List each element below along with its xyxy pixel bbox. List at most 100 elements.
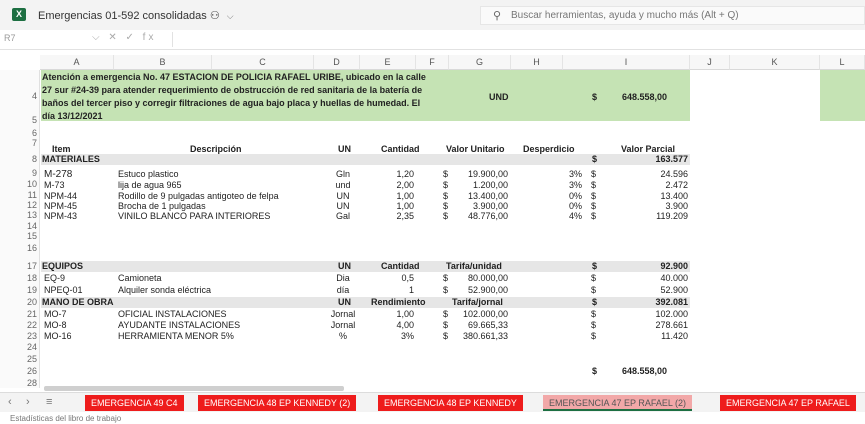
mano-obra-un[interactable]: Jornal xyxy=(326,309,360,320)
sheet-tab[interactable]: EMERGENCIA 49 C4 xyxy=(85,395,184,411)
equipos-currency[interactable]: $ xyxy=(443,285,448,296)
equipos-currency-2[interactable]: $ xyxy=(591,273,596,284)
equipos-desc[interactable]: Camioneta xyxy=(118,273,162,284)
row-header-19[interactable]: 19 xyxy=(0,286,40,295)
mano-obra-valor-parcial[interactable]: 278.661 xyxy=(620,320,688,331)
equipos-currency[interactable]: $ xyxy=(443,273,448,284)
mano-obra-desc[interactable]: HERRAMIENTA MENOR 5% xyxy=(118,331,234,342)
materiales-item[interactable]: NPM-43 xyxy=(44,211,77,222)
row-header-10[interactable]: 10 xyxy=(0,180,40,189)
row-header-26[interactable]: 26 xyxy=(0,367,40,376)
row-header-20[interactable]: 20 xyxy=(0,298,40,307)
row-header-7[interactable]: 7 xyxy=(0,139,40,148)
materiales-cant[interactable]: 2,35 xyxy=(376,211,414,222)
document-title[interactable]: Emergencias 01-592 consolidadas ⚇ ⌵ xyxy=(38,9,234,22)
row-header-23[interactable]: 23 xyxy=(0,332,40,341)
materiales-un[interactable]: Gal xyxy=(326,211,360,222)
row-header-12[interactable]: 12 xyxy=(0,201,40,210)
sheet-list-icon[interactable]: ≡ xyxy=(46,396,52,408)
materiales-subtotal[interactable]: 163.577 xyxy=(620,154,688,165)
equipos-item[interactable]: EQ-9 xyxy=(44,273,65,284)
row-header-6[interactable]: 6 xyxy=(0,129,40,138)
mano-obra-cant[interactable]: 3% xyxy=(376,331,414,342)
mano-obra-valor-unitario[interactable]: 380.661,33 xyxy=(452,331,508,342)
column-header-g[interactable]: G xyxy=(449,55,511,70)
mano-obra-desc[interactable]: AYUDANTE INSTALACIONES xyxy=(118,320,240,331)
materiales-valor-unitario[interactable]: 19.900,00 xyxy=(452,169,508,180)
unit-label[interactable]: UND xyxy=(489,92,509,103)
materiales-valor-parcial[interactable]: 119.209 xyxy=(620,211,688,222)
materiales-currency-2[interactable]: $ xyxy=(591,211,596,222)
mano-obra-valor-parcial[interactable]: 11.420 xyxy=(620,331,688,342)
row-header-14[interactable]: 14 xyxy=(0,222,40,231)
grand-total-value[interactable]: 648.558,00 xyxy=(622,366,667,377)
equipos-subtotal[interactable]: 92.900 xyxy=(620,261,688,272)
equipos-currency-2[interactable]: $ xyxy=(591,285,596,296)
mano-obra-valor-parcial[interactable]: 102.000 xyxy=(620,309,688,320)
column-header-d[interactable]: D xyxy=(314,55,360,70)
column-header-b[interactable]: B xyxy=(114,55,212,70)
row-header-28[interactable]: 28 xyxy=(0,379,40,388)
sheet-tab[interactable]: EMERGENCIA 48 EP KENNEDY xyxy=(378,395,523,411)
column-header-l[interactable]: L xyxy=(820,55,865,70)
mano-obra-desc[interactable]: OFICIAL INSTALACIONES xyxy=(118,309,227,320)
mano-obra-cant[interactable]: 4,00 xyxy=(376,320,414,331)
equipos-cant[interactable]: 1 xyxy=(376,285,414,296)
row-header-8[interactable]: 8 xyxy=(0,155,40,164)
equipos-title[interactable]: EQUIPOS xyxy=(42,261,83,272)
row-header-11[interactable]: 11 xyxy=(0,191,40,200)
mano-obra-rendimiento[interactable]: Rendimiento xyxy=(371,297,426,308)
equipos-un[interactable]: Dia xyxy=(326,273,360,284)
row-header-24[interactable]: 24 xyxy=(0,343,40,352)
materiales-currency[interactable]: $ xyxy=(443,180,448,191)
equipos-valor-unitario[interactable]: 80.000,00 xyxy=(452,273,508,284)
column-header-k[interactable]: K xyxy=(730,55,820,70)
row-header-21[interactable]: 21 xyxy=(0,310,40,319)
materiales-title[interactable]: MATERIALES xyxy=(42,154,100,165)
sheet-tab[interactable]: EMERGENCIA 48 EP KENNEDY (2) xyxy=(198,395,357,411)
materiales-currency[interactable]: $ xyxy=(443,169,448,180)
mano-obra-currency-2[interactable]: $ xyxy=(591,331,596,342)
row-header-9[interactable]: 9 xyxy=(0,169,40,178)
mano-obra-valor-unitario[interactable]: 69.665,33 xyxy=(452,320,508,331)
mano-obra-un[interactable]: % xyxy=(326,331,360,342)
column-header-f[interactable]: F xyxy=(416,55,449,70)
materiales-desc[interactable]: VINILO BLANCO PARA INTERIORES xyxy=(118,211,270,222)
equipos-tarifa[interactable]: Tarifa/unidad xyxy=(446,261,502,272)
mano-obra-currency-2[interactable]: $ xyxy=(591,309,596,320)
materiales-desperdicio[interactable]: 4% xyxy=(560,211,582,222)
materiales-un[interactable]: und xyxy=(326,180,360,191)
next-sheet-icon[interactable]: › xyxy=(26,396,30,408)
materiales-cant[interactable]: 2,00 xyxy=(376,180,414,191)
equipos-item[interactable]: NPEQ-01 xyxy=(44,285,83,296)
row-header-16[interactable]: 16 xyxy=(0,244,40,253)
row-header-13[interactable]: 13 xyxy=(0,211,40,220)
mano-obra-currency[interactable]: $ xyxy=(443,309,448,320)
row-header-15[interactable]: 15 xyxy=(0,232,40,241)
name-box[interactable]: R7 xyxy=(4,33,86,47)
mano-obra-title[interactable]: MANO DE OBRA xyxy=(42,297,114,308)
mano-obra-cant[interactable]: 1,00 xyxy=(376,309,414,320)
materiales-desperdicio[interactable]: 3% xyxy=(560,169,582,180)
formula-input[interactable] xyxy=(172,32,861,47)
mano-obra-item[interactable]: MO-16 xyxy=(44,331,72,342)
equipos-valor-parcial[interactable]: 40.000 xyxy=(620,273,688,284)
search-box[interactable]: ⚲ Buscar herramientas, ayuda y mucho más… xyxy=(480,6,865,25)
mano-obra-item[interactable]: MO-7 xyxy=(44,309,67,320)
horizontal-scrollbar[interactable] xyxy=(44,386,344,391)
sheet-tab[interactable]: EMERGENCIA 47 EP RAFAEL (2) xyxy=(543,395,693,411)
materiales-currency-2[interactable]: $ xyxy=(591,180,596,191)
equipos-cantidad[interactable]: Cantidad xyxy=(381,261,420,272)
mano-obra-un[interactable]: UN xyxy=(338,297,351,308)
materiales-desc[interactable]: Estuco plastico xyxy=(118,169,179,180)
column-header-e[interactable]: E xyxy=(360,55,416,70)
column-header-a[interactable]: A xyxy=(40,55,114,70)
materiales-item[interactable]: M-73 xyxy=(44,180,65,191)
row-header-18[interactable]: 18 xyxy=(0,274,40,283)
row-header-25[interactable]: 25 xyxy=(0,355,40,364)
column-header-c[interactable]: C xyxy=(212,55,314,70)
materiales-currency-2[interactable]: $ xyxy=(591,169,596,180)
mano-obra-currency-2[interactable]: $ xyxy=(591,320,596,331)
column-header-h[interactable]: H xyxy=(511,55,563,70)
column-header-j[interactable]: J xyxy=(690,55,730,70)
